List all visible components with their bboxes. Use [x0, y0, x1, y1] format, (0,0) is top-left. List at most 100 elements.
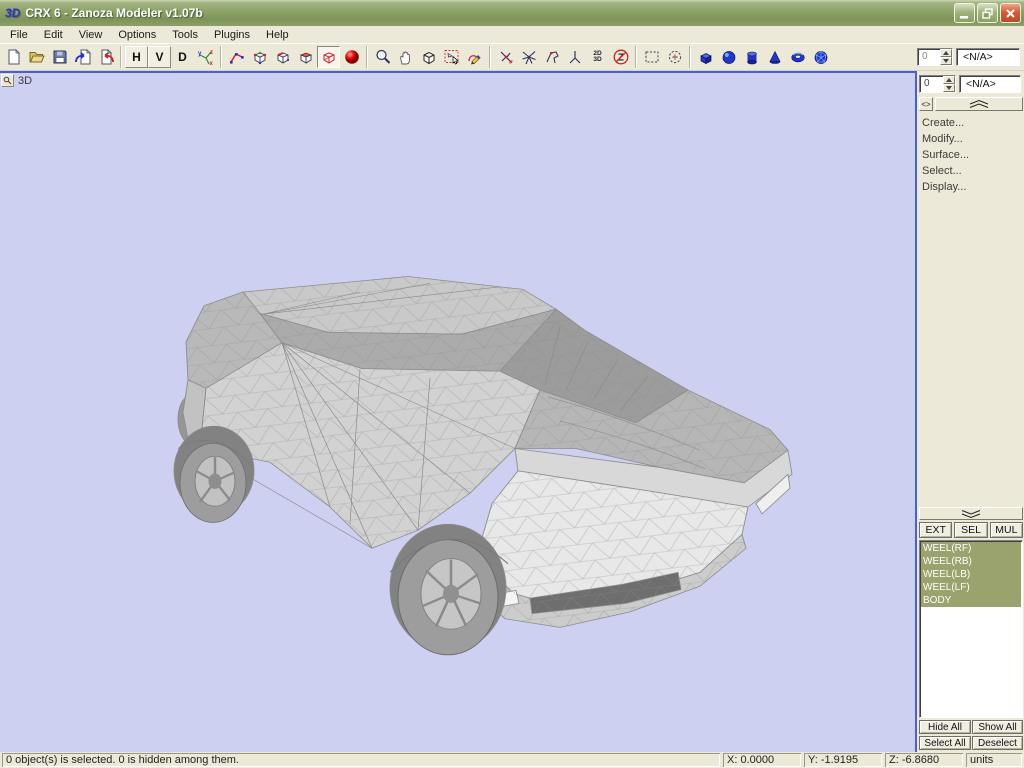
select-edges-mode-button[interactable]: [271, 46, 294, 68]
viewport-maximize-button[interactable]: [1, 74, 14, 87]
ext-mode-button[interactable]: EXT: [919, 522, 952, 538]
open-file-button[interactable]: [25, 46, 48, 68]
circle-select-icon: [666, 48, 684, 66]
rotate-view-button[interactable]: [417, 46, 440, 68]
viewport-3d[interactable]: 3D: [0, 71, 917, 752]
select-objects-mode-button[interactable]: [317, 46, 340, 68]
create-cylinder-button[interactable]: [740, 46, 763, 68]
app-icon: 3D: [5, 6, 20, 20]
level-spinner-2-value: 0: [920, 76, 943, 92]
rect-select-button[interactable]: [640, 46, 663, 68]
spinner-1-down-button[interactable]: [940, 57, 952, 65]
menu-edit[interactable]: Edit: [36, 27, 71, 43]
status-bar: 0 object(s) is selected. 0 is hidden amo…: [0, 752, 1024, 768]
minimize-icon: [958, 7, 971, 20]
hand-pencil-icon: [466, 48, 484, 66]
object-item-weel-rf[interactable]: WEEL(RF): [921, 542, 1021, 555]
pan-tool-button[interactable]: [394, 46, 417, 68]
select-vertices-mode-button[interactable]: [248, 46, 271, 68]
object-item-body[interactable]: BODY: [921, 594, 1021, 607]
v-label: V: [155, 50, 163, 64]
object-item-weel-rb[interactable]: WEEL(RB): [921, 555, 1021, 568]
car-model[interactable]: [0, 73, 915, 752]
create-torus-button[interactable]: [786, 46, 809, 68]
create-geosphere-button[interactable]: [809, 46, 832, 68]
selection-dropdown-1[interactable]: <N/A>: [956, 48, 1020, 66]
spinner-2-up-button[interactable]: [943, 76, 955, 84]
objects-listbox[interactable]: WEEL(RF) WEEL(RB) WEEL(LB) WEEL(LF) BODY: [919, 540, 1023, 718]
toolbar-separator: [220, 46, 222, 68]
v-view-toggle[interactable]: V: [148, 46, 171, 68]
object-item-weel-lf[interactable]: WEEL(LF): [921, 581, 1021, 594]
save-button[interactable]: [48, 46, 71, 68]
export-icon: [97, 48, 115, 66]
expand-objects-button[interactable]: [919, 507, 1023, 520]
up-arrow-icon: [943, 51, 949, 55]
restore-button[interactable]: [977, 3, 998, 23]
main-toolbar: H V D z y x: [0, 44, 1024, 71]
detach-vertex-button[interactable]: [540, 46, 563, 68]
sel-mode-button[interactable]: SEL: [954, 522, 987, 538]
chevron-down-icon: [958, 509, 984, 519]
hide-all-button[interactable]: Hide All: [919, 720, 971, 734]
spinner-2-down-button[interactable]: [943, 84, 955, 92]
create-box-button[interactable]: [694, 46, 717, 68]
menu-options[interactable]: Options: [110, 27, 164, 43]
down-arrow-icon: [946, 86, 952, 90]
object-item-weel-lb[interactable]: WEEL(LB): [921, 568, 1021, 581]
magnifier-icon: [374, 48, 392, 66]
merge-vertices-button[interactable]: [563, 46, 586, 68]
menu-file[interactable]: File: [2, 27, 36, 43]
cylinder-primitive-icon: [743, 48, 761, 66]
import-button[interactable]: [71, 46, 94, 68]
command-select[interactable]: Select...: [919, 165, 1023, 181]
import-icon: [74, 48, 92, 66]
toolbar-selector-row: 0 <N/A>: [917, 48, 1020, 66]
menu-view[interactable]: View: [71, 27, 111, 43]
minimize-button[interactable]: [954, 3, 975, 23]
select-cursor-icon: [443, 48, 461, 66]
break-vertices-button[interactable]: [517, 46, 540, 68]
select-object-tool-button[interactable]: [440, 46, 463, 68]
svg-text:x: x: [209, 61, 213, 66]
status-x-coordinate: X: 0.0000: [723, 753, 801, 767]
status-z-coordinate: Z: -6.8680: [885, 753, 963, 767]
disable-z-button[interactable]: Z: [609, 46, 632, 68]
expand-toggle-button[interactable]: <>: [919, 97, 933, 111]
car-body: [174, 277, 792, 655]
select-faces-mode-button[interactable]: [294, 46, 317, 68]
edit-vertices-icon: [228, 48, 246, 66]
edit-vertices-button[interactable]: [225, 46, 248, 68]
weld-vertices-button[interactable]: [494, 46, 517, 68]
menu-help[interactable]: Help: [258, 27, 297, 43]
selection-dropdown-2[interactable]: <N/A>: [959, 75, 1021, 93]
spinner-1-up-button[interactable]: [940, 49, 952, 57]
show-all-button[interactable]: Show All: [972, 720, 1023, 734]
d-view-toggle[interactable]: D: [171, 46, 194, 68]
modify-tool-button[interactable]: [463, 46, 486, 68]
new-file-button[interactable]: [2, 46, 25, 68]
material-sphere-button[interactable]: [340, 46, 363, 68]
d-label: D: [178, 50, 187, 64]
convert-2d3d-button[interactable]: 2D 3D: [586, 46, 609, 68]
h-view-toggle[interactable]: H: [125, 46, 148, 68]
toolbar-separator: [120, 46, 122, 68]
menu-plugins[interactable]: Plugins: [206, 27, 258, 43]
create-cone-button[interactable]: [763, 46, 786, 68]
close-button[interactable]: [1000, 3, 1021, 23]
menu-tools[interactable]: Tools: [164, 27, 206, 43]
select-all-button[interactable]: Select All: [919, 736, 971, 750]
zoom-tool-button[interactable]: [371, 46, 394, 68]
convert-2d3d-icon: 2D 3D: [593, 51, 601, 63]
command-modify[interactable]: Modify...: [919, 133, 1023, 149]
axes-gizmo-button[interactable]: z y x: [194, 46, 217, 68]
collapse-commands-button[interactable]: [935, 97, 1023, 111]
create-sphere-button[interactable]: [717, 46, 740, 68]
deselect-button[interactable]: Deselect: [972, 736, 1023, 750]
export-button[interactable]: [94, 46, 117, 68]
command-display[interactable]: Display...: [919, 181, 1023, 197]
command-surface[interactable]: Surface...: [919, 149, 1023, 165]
circle-select-button[interactable]: [663, 46, 686, 68]
command-create[interactable]: Create...: [919, 117, 1023, 133]
mul-mode-button[interactable]: MUL: [990, 522, 1023, 538]
